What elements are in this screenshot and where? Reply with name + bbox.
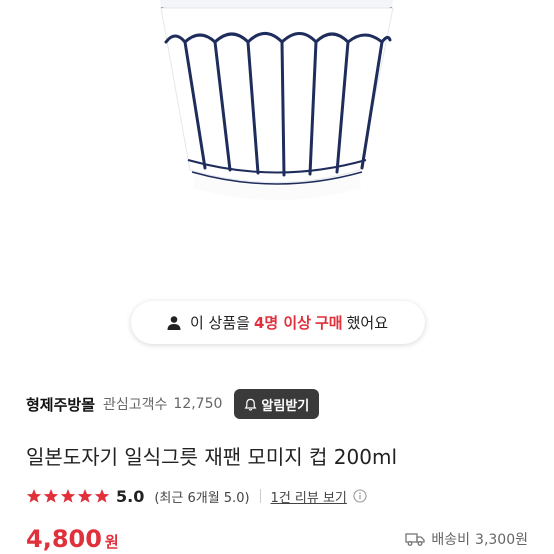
info-icon[interactable]: [353, 489, 367, 503]
banner-suffix: 했어요: [346, 314, 389, 332]
review-link[interactable]: 1건 리뷰 보기: [271, 487, 347, 506]
divider: [259, 489, 261, 503]
cup-illustration: [160, 0, 394, 200]
star-icon: [94, 489, 110, 503]
star-icon: [77, 489, 93, 503]
seller-row: 형제주방몰 관심고객수 12,750 알림받기: [26, 389, 320, 419]
alert-button-label: 알림받기: [261, 398, 310, 414]
banner-prefix: 이 상품을: [189, 314, 250, 332]
shipping-label: 배송비: [431, 532, 471, 548]
followers-count: 12,750: [173, 396, 223, 412]
person-icon: [167, 315, 181, 330]
star-icon: [43, 489, 59, 503]
star-icon: [26, 489, 42, 503]
alert-subscribe-button[interactable]: 알림받기: [234, 389, 320, 419]
rating-row: 5.0 (최근 6개월 5.0) 1건 리뷰 보기: [26, 485, 367, 507]
shipping-info[interactable]: 배송비 3,300원: [405, 529, 528, 549]
banner-action: 구매: [315, 314, 343, 332]
star-rating: [26, 488, 110, 504]
price-row: 4,800 원: [26, 525, 119, 553]
rating-recent: (최근 6개월 5.0): [154, 490, 250, 506]
seller-name[interactable]: 형제주방몰: [26, 394, 95, 415]
followers-label: 관심고객수: [103, 397, 168, 413]
bell-plus-icon: [244, 398, 257, 411]
shipping-fee: 3,300원: [475, 532, 528, 548]
product-image[interactable]: [0, 0, 554, 290]
rating-value: 5.0: [116, 486, 145, 506]
product-title: 일본도자기 일식그릇 재팬 모미지 컵 200ml: [26, 445, 397, 469]
purchase-count-banner: 이 상품을 4명 이상 구매 했어요: [131, 301, 425, 344]
price-unit: 원: [104, 533, 119, 551]
star-icon: [60, 489, 76, 503]
banner-count: 4명 이상: [253, 314, 311, 332]
truck-icon: [405, 533, 426, 546]
price-value: 4,800: [26, 525, 102, 553]
